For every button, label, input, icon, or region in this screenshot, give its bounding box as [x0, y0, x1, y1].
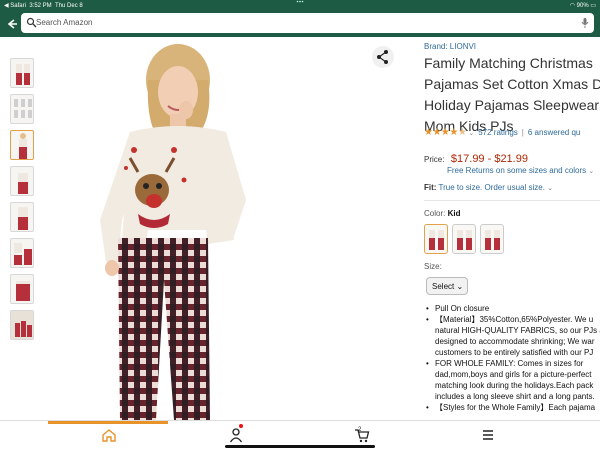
size-label: Size: — [424, 262, 442, 271]
bullet-continuation: designed to accommodate shrinking; We wa… — [435, 337, 595, 346]
size-select-button[interactable]: Select ⌄ — [426, 277, 468, 295]
thumbnail-7[interactable] — [10, 274, 34, 304]
bullet-item: Pull On closure — [426, 303, 600, 314]
price-value: $17.99 - $21.99 — [450, 153, 528, 165]
bullet-item: FOR WHOLE FAMILY: Comes in sizes for — [426, 358, 600, 369]
feature-bullets: Pull On closure 【Material】35%Cotton,65%P… — [426, 303, 600, 413]
menu-icon[interactable] — [480, 427, 496, 443]
bullet-continuation: dad,mom,boys and girls for a picture-per… — [435, 370, 592, 379]
color-value: Kid — [447, 209, 461, 218]
back-to-safari[interactable]: ◀ Safari — [4, 3, 26, 9]
product-info: Brand: LIONVI Family Matching Christmas … — [418, 40, 600, 420]
product-title: Family Matching Christmas Pajamas Set Co… — [424, 53, 600, 137]
fit-value: True to size. Order usual size. — [438, 183, 545, 192]
bullet-continuation: matching look during the holidays.Each p… — [435, 381, 594, 390]
bullet-continuation: includes a long sleeve shirt and a long … — [435, 392, 595, 401]
microphone-icon[interactable] — [580, 17, 590, 29]
status-left: ◀ Safari 3:52 PM Thu Dec 8 — [4, 2, 83, 9]
search-bar[interactable]: Search Amazon — [21, 13, 594, 33]
color-swatch-kid[interactable] — [424, 224, 448, 254]
thumbnail-5[interactable] — [10, 202, 34, 232]
color-swatch-2[interactable] — [452, 224, 476, 254]
title-line-3: Holiday Pajamas Sleepwear — [424, 97, 600, 113]
notification-dot — [239, 424, 243, 428]
rating-row: ★★★★★ ⌄ 572 ratings | 6 answered qu — [424, 127, 580, 139]
battery-icon: ▭ — [590, 3, 596, 9]
back-arrow-icon[interactable] — [5, 17, 19, 31]
divider — [424, 200, 600, 201]
price-label: Price: — [424, 155, 445, 164]
bullet-continuation: natural HIGH-QUALITY FABRICS, so our PJs… — [435, 326, 600, 335]
color-label: Color: — [424, 209, 446, 218]
share-icon — [377, 50, 388, 64]
thumbnail-8[interactable] — [10, 310, 34, 340]
wifi-icon: ◠ — [569, 3, 575, 9]
fit-label: Fit: — [424, 183, 437, 192]
separator: | — [521, 128, 524, 137]
price-row: Price: $17.99 - $21.99 — [424, 149, 528, 167]
multitask-icon — [296, 0, 304, 3]
battery-percent: 90% — [576, 3, 589, 9]
home-indicator-bar — [225, 445, 375, 448]
cart-count: 2 — [358, 427, 362, 433]
home-icon[interactable] — [101, 427, 117, 443]
color-swatch-3[interactable] — [480, 224, 504, 254]
answered-questions-link[interactable]: 6 answered qu — [528, 128, 580, 137]
thumbnail-2[interactable] — [10, 94, 34, 124]
title-line-2: Pajamas Set Cotton Xmas D — [424, 76, 600, 92]
chevron-down-icon: ⌄ — [456, 282, 464, 291]
search-input[interactable]: Search Amazon — [36, 18, 92, 27]
thumbnail-6[interactable] — [10, 238, 34, 268]
free-returns-link[interactable]: Free Returns on some sizes and colors ⌄ — [447, 166, 594, 175]
app-header: Search Amazon — [0, 11, 600, 37]
share-button[interactable] — [372, 46, 394, 68]
bullet-item: 【Material】35%Cotton,65%Polyester. We u — [426, 314, 600, 325]
status-right: ◠ 90% ▭ — [570, 2, 596, 9]
bullet-item: 【Styles for the Whole Family】Each pajama — [426, 402, 600, 413]
fit-row[interactable]: Fit: True to size. Order usual size. ⌄ — [424, 183, 553, 192]
chevron-down-icon: ⌄ — [547, 185, 554, 192]
chevron-down-icon: ⌄ — [588, 168, 595, 175]
thumbnail-3-selected[interactable] — [10, 130, 34, 160]
status-date: Thu Dec 8 — [55, 3, 83, 9]
product-image[interactable] — [38, 40, 406, 420]
thumbnail-1[interactable] — [10, 58, 34, 88]
account-icon[interactable] — [228, 427, 244, 443]
returns-text: Free Returns on some sizes and colors — [447, 166, 587, 175]
star-rating-icon[interactable]: ★★★★★ — [424, 127, 467, 138]
size-select-text: Select — [432, 282, 455, 291]
title-line-1: Family Matching Christmas — [424, 55, 593, 71]
ratings-count-link[interactable]: 572 ratings — [478, 128, 518, 137]
thumbnail-4[interactable] — [10, 166, 34, 196]
home-active-indicator — [48, 421, 168, 424]
cart-icon[interactable] — [354, 427, 370, 443]
color-row: Color: Kid — [424, 209, 460, 218]
bullet-continuation: customers to be entirely satisfied with … — [435, 348, 594, 357]
status-bar: ◀ Safari 3:52 PM Thu Dec 8 ◠ 90% ▭ — [0, 0, 600, 11]
chevron-down-icon[interactable]: ⌄ — [468, 130, 474, 137]
brand-link[interactable]: Brand: LIONVI — [424, 42, 476, 51]
status-time: 3:52 PM — [29, 3, 52, 9]
